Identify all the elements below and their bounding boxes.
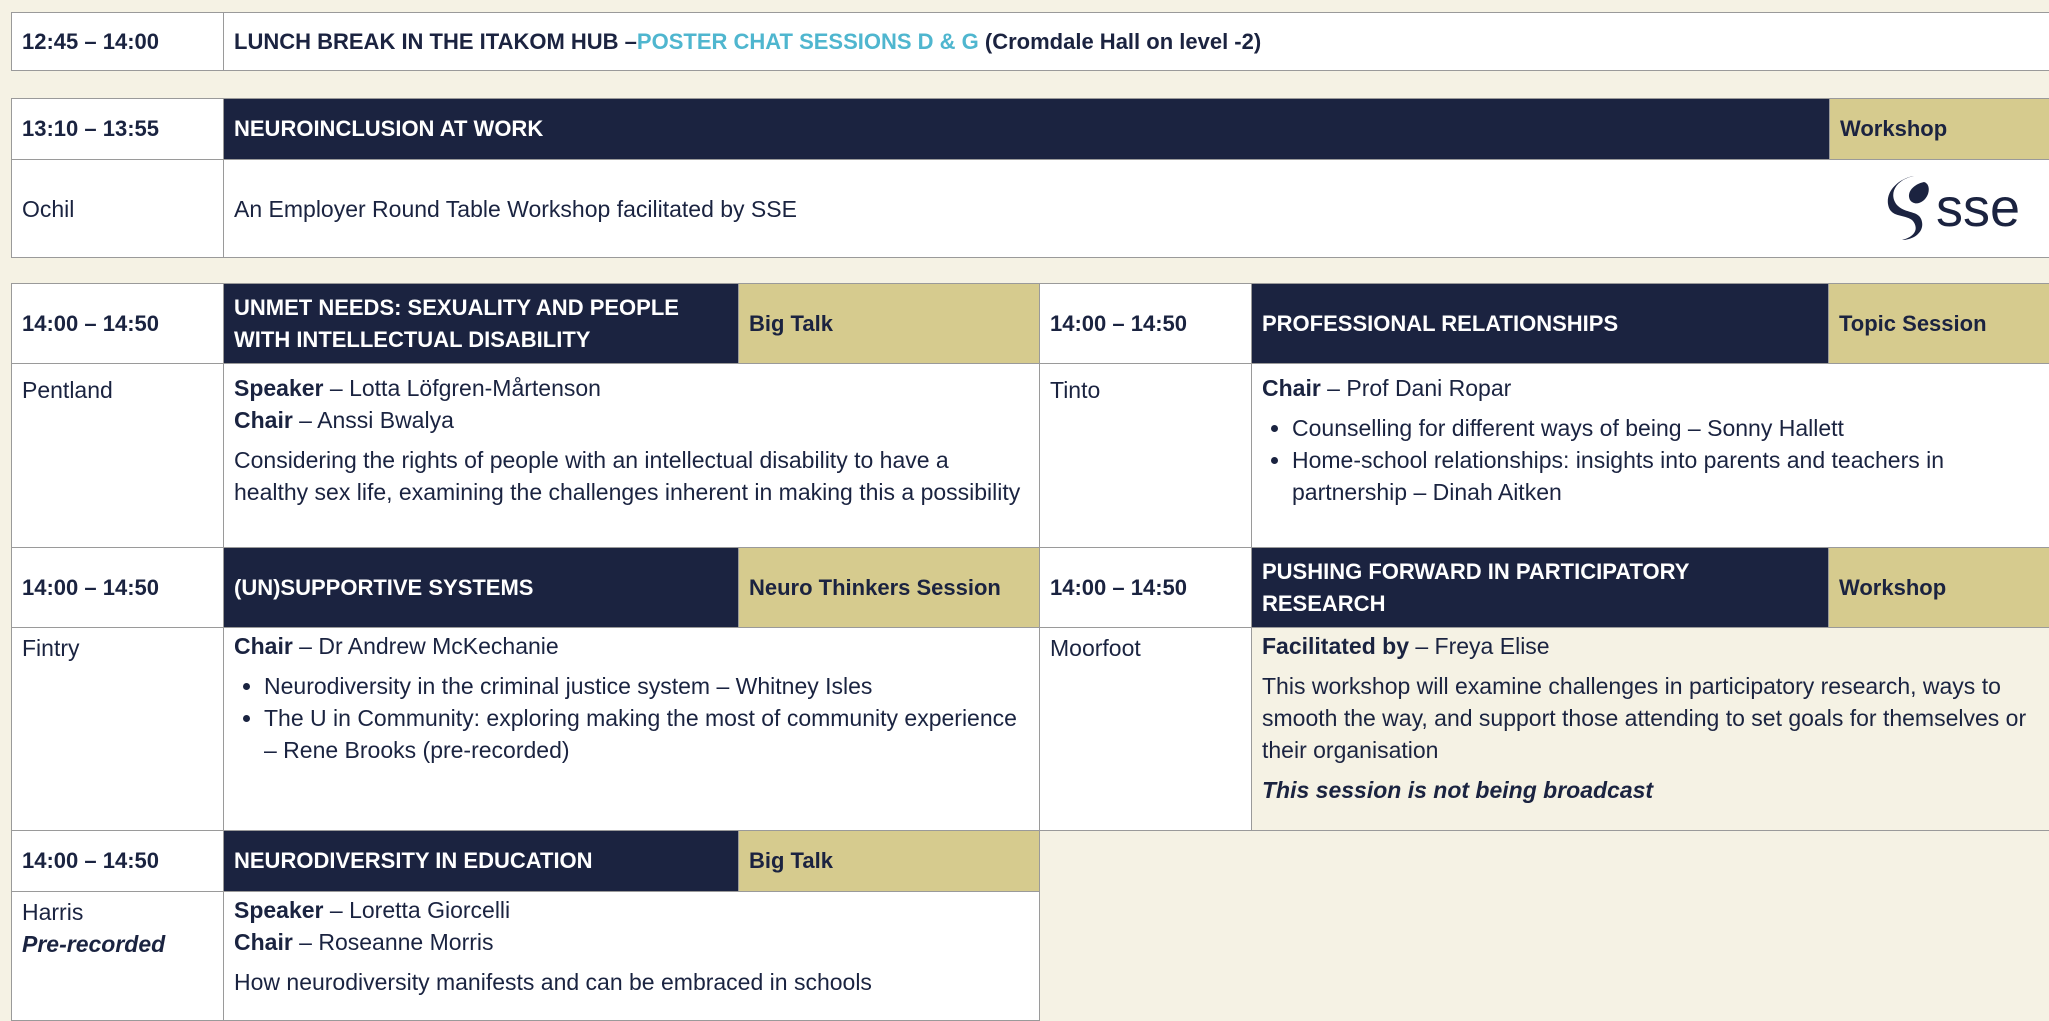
education-speaker: Speaker – Loretta Giorcelli <box>234 894 1029 926</box>
chair-label: Chair <box>1262 375 1321 401</box>
unmet-needs-time: 14:00 – 14:50 <box>11 283 224 364</box>
professional-title: PROFESSIONAL RELATIONSHIPS <box>1251 283 1829 364</box>
education-title: NEURODIVERSITY IN EDUCATION <box>223 830 739 892</box>
sse-logo-text: sse <box>1936 178 2021 238</box>
lunch-title-poster: POSTER CHAT SESSIONS D & G <box>636 28 979 54</box>
facilitated-label: Facilitated by <box>1262 633 1409 659</box>
unsupportive-list: Neurodiversity in the criminal justice s… <box>234 670 1029 766</box>
unmet-needs-room-text: Pentland <box>22 377 113 403</box>
unmet-needs-type: Big Talk <box>738 283 1040 364</box>
unsupportive-time-text: 14:00 – 14:50 <box>22 574 159 600</box>
list-item: Home-school relationships: insights into… <box>1292 444 2048 508</box>
lunch-title: LUNCH BREAK IN THE ITAKOM HUB – POSTER C… <box>223 12 2049 71</box>
unmet-needs-description: Considering the rights of people with an… <box>234 447 1021 505</box>
neuroinclusion-type: Workshop <box>1829 98 2049 160</box>
speaker-label: Speaker <box>234 375 324 401</box>
chair-name: – Roseanne Morris <box>292 929 494 955</box>
education-room-text: Harris <box>22 899 84 925</box>
professional-time-text: 14:00 – 14:50 <box>1050 310 1187 336</box>
unmet-needs-body: Speaker – Lotta Löfgren-Mårtenson Chair … <box>223 363 1040 548</box>
neuroinclusion-room-text: Ochil <box>22 195 75 222</box>
participatory-room-text: Moorfoot <box>1050 635 1141 661</box>
unmet-needs-time-text: 14:00 – 14:50 <box>22 310 159 336</box>
participatory-facilitator: Facilitated by – Freya Elise <box>1262 630 2048 662</box>
lunch-time: 12:45 – 14:00 <box>11 12 224 71</box>
participatory-type: Workshop <box>1828 547 2049 628</box>
neuroinclusion-title: NEUROINCLUSION AT WORK <box>223 98 1830 160</box>
speaker-name: – Loretta Giorcelli <box>323 897 511 923</box>
chair-name: – Prof Dani Ropar <box>1320 375 1512 401</box>
sse-swirl-icon <box>1887 176 1929 240</box>
chair-name: – Anssi Bwalya <box>292 407 454 433</box>
neuroinclusion-description: An Employer Round Table Workshop facilit… <box>234 195 797 222</box>
unsupportive-chair: Chair – Dr Andrew McKechanie <box>234 630 1029 662</box>
education-body: Speaker – Loretta Giorcelli Chair – Rose… <box>223 891 1040 1021</box>
lunch-time-text: 12:45 – 14:00 <box>22 28 159 54</box>
chair-label: Chair <box>234 633 293 659</box>
education-title-text: NEURODIVERSITY IN EDUCATION <box>234 848 593 873</box>
unmet-needs-title-line2: WITH INTELLECTUAL DISABILITY <box>234 326 591 352</box>
list-item: Counselling for different ways of being … <box>1292 412 2048 444</box>
unmet-needs-chair: Chair – Anssi Bwalya <box>234 404 1029 436</box>
unmet-needs-type-text: Big Talk <box>749 310 833 336</box>
facilitator-name: – Freya Elise <box>1408 633 1550 659</box>
unsupportive-room-text: Fintry <box>22 635 80 661</box>
chair-name: – Dr Andrew McKechanie <box>292 633 559 659</box>
unsupportive-title: (UN)SUPPORTIVE SYSTEMS <box>223 547 739 628</box>
professional-type-text: Topic Session <box>1839 310 1987 336</box>
education-time-text: 14:00 – 14:50 <box>22 848 159 873</box>
lunch-title-a: LUNCH BREAK IN THE ITAKOM HUB – <box>234 28 637 54</box>
neuroinclusion-title-text: NEUROINCLUSION AT WORK <box>234 116 544 141</box>
participatory-time: 14:00 – 14:50 <box>1039 547 1252 628</box>
unmet-needs-title: UNMET NEEDS: SEXUALITY AND PEOPLE WITH I… <box>223 283 739 364</box>
unsupportive-title-text: (UN)SUPPORTIVE SYSTEMS <box>234 574 534 600</box>
neuroinclusion-room: Ochil <box>11 159 224 258</box>
unsupportive-time: 14:00 – 14:50 <box>11 547 224 628</box>
professional-chair: Chair – Prof Dani Ropar <box>1262 372 2048 404</box>
participatory-room: Moorfoot <box>1039 627 1252 831</box>
participatory-title-line1: PUSHING FORWARD IN PARTICIPATORY <box>1262 558 1690 584</box>
participatory-title: PUSHING FORWARD IN PARTICIPATORY RESEARC… <box>1251 547 1829 628</box>
education-time: 14:00 – 14:50 <box>11 830 224 892</box>
professional-time: 14:00 – 14:50 <box>1039 283 1252 364</box>
chair-label: Chair <box>234 929 293 955</box>
professional-body: Chair – Prof Dani Ropar Counselling for … <box>1251 363 2049 548</box>
education-room: Harris Pre-recorded <box>11 891 224 1021</box>
unsupportive-type: Neuro Thinkers Session <box>738 547 1040 628</box>
unsupportive-type-text: Neuro Thinkers Session <box>749 574 1001 600</box>
sse-logo: sse <box>1884 172 2034 244</box>
education-type-text: Big Talk <box>749 848 833 873</box>
participatory-description: This workshop will examine challenges in… <box>1262 673 2027 763</box>
neuroinclusion-time-text: 13:10 – 13:55 <box>22 116 159 141</box>
speaker-label: Speaker <box>234 897 324 923</box>
professional-type: Topic Session <box>1828 283 2049 364</box>
education-description: How neurodiversity manifests and can be … <box>234 969 872 995</box>
participatory-broadcast-note: This session is not being broadcast <box>1262 777 1654 803</box>
education-chair: Chair – Roseanne Morris <box>234 926 1029 958</box>
lunch-title-location: (Cromdale Hall on level -2) <box>978 28 1262 54</box>
participatory-title-line2: RESEARCH <box>1262 590 1386 616</box>
chair-label: Chair <box>234 407 293 433</box>
list-item: Neurodiversity in the criminal justice s… <box>264 670 1029 702</box>
professional-room-text: Tinto <box>1050 377 1101 403</box>
unmet-needs-title-line1: UNMET NEEDS: SEXUALITY AND PEOPLE <box>234 294 679 320</box>
participatory-body: Facilitated by – Freya Elise This worksh… <box>1251 627 2049 831</box>
unmet-needs-room: Pentland <box>11 363 224 548</box>
education-room-note: Pre-recorded <box>22 931 166 957</box>
neuroinclusion-body: An Employer Round Table Workshop facilit… <box>223 159 2049 258</box>
participatory-time-text: 14:00 – 14:50 <box>1050 574 1187 600</box>
speaker-name: – Lotta Löfgren-Mårtenson <box>323 375 601 401</box>
list-item: The U in Community: exploring making the… <box>264 702 1029 766</box>
professional-room: Tinto <box>1039 363 1252 548</box>
neuroinclusion-time: 13:10 – 13:55 <box>11 98 224 160</box>
participatory-type-text: Workshop <box>1839 574 1947 600</box>
education-type: Big Talk <box>738 830 1040 892</box>
professional-title-text: PROFESSIONAL RELATIONSHIPS <box>1262 310 1619 336</box>
unmet-needs-speaker: Speaker – Lotta Löfgren-Mårtenson <box>234 372 1029 404</box>
unsupportive-body: Chair – Dr Andrew McKechanie Neurodivers… <box>223 627 1040 831</box>
neuroinclusion-type-text: Workshop <box>1840 116 1948 141</box>
unsupportive-room: Fintry <box>11 627 224 831</box>
professional-list: Counselling for different ways of being … <box>1262 412 2048 508</box>
